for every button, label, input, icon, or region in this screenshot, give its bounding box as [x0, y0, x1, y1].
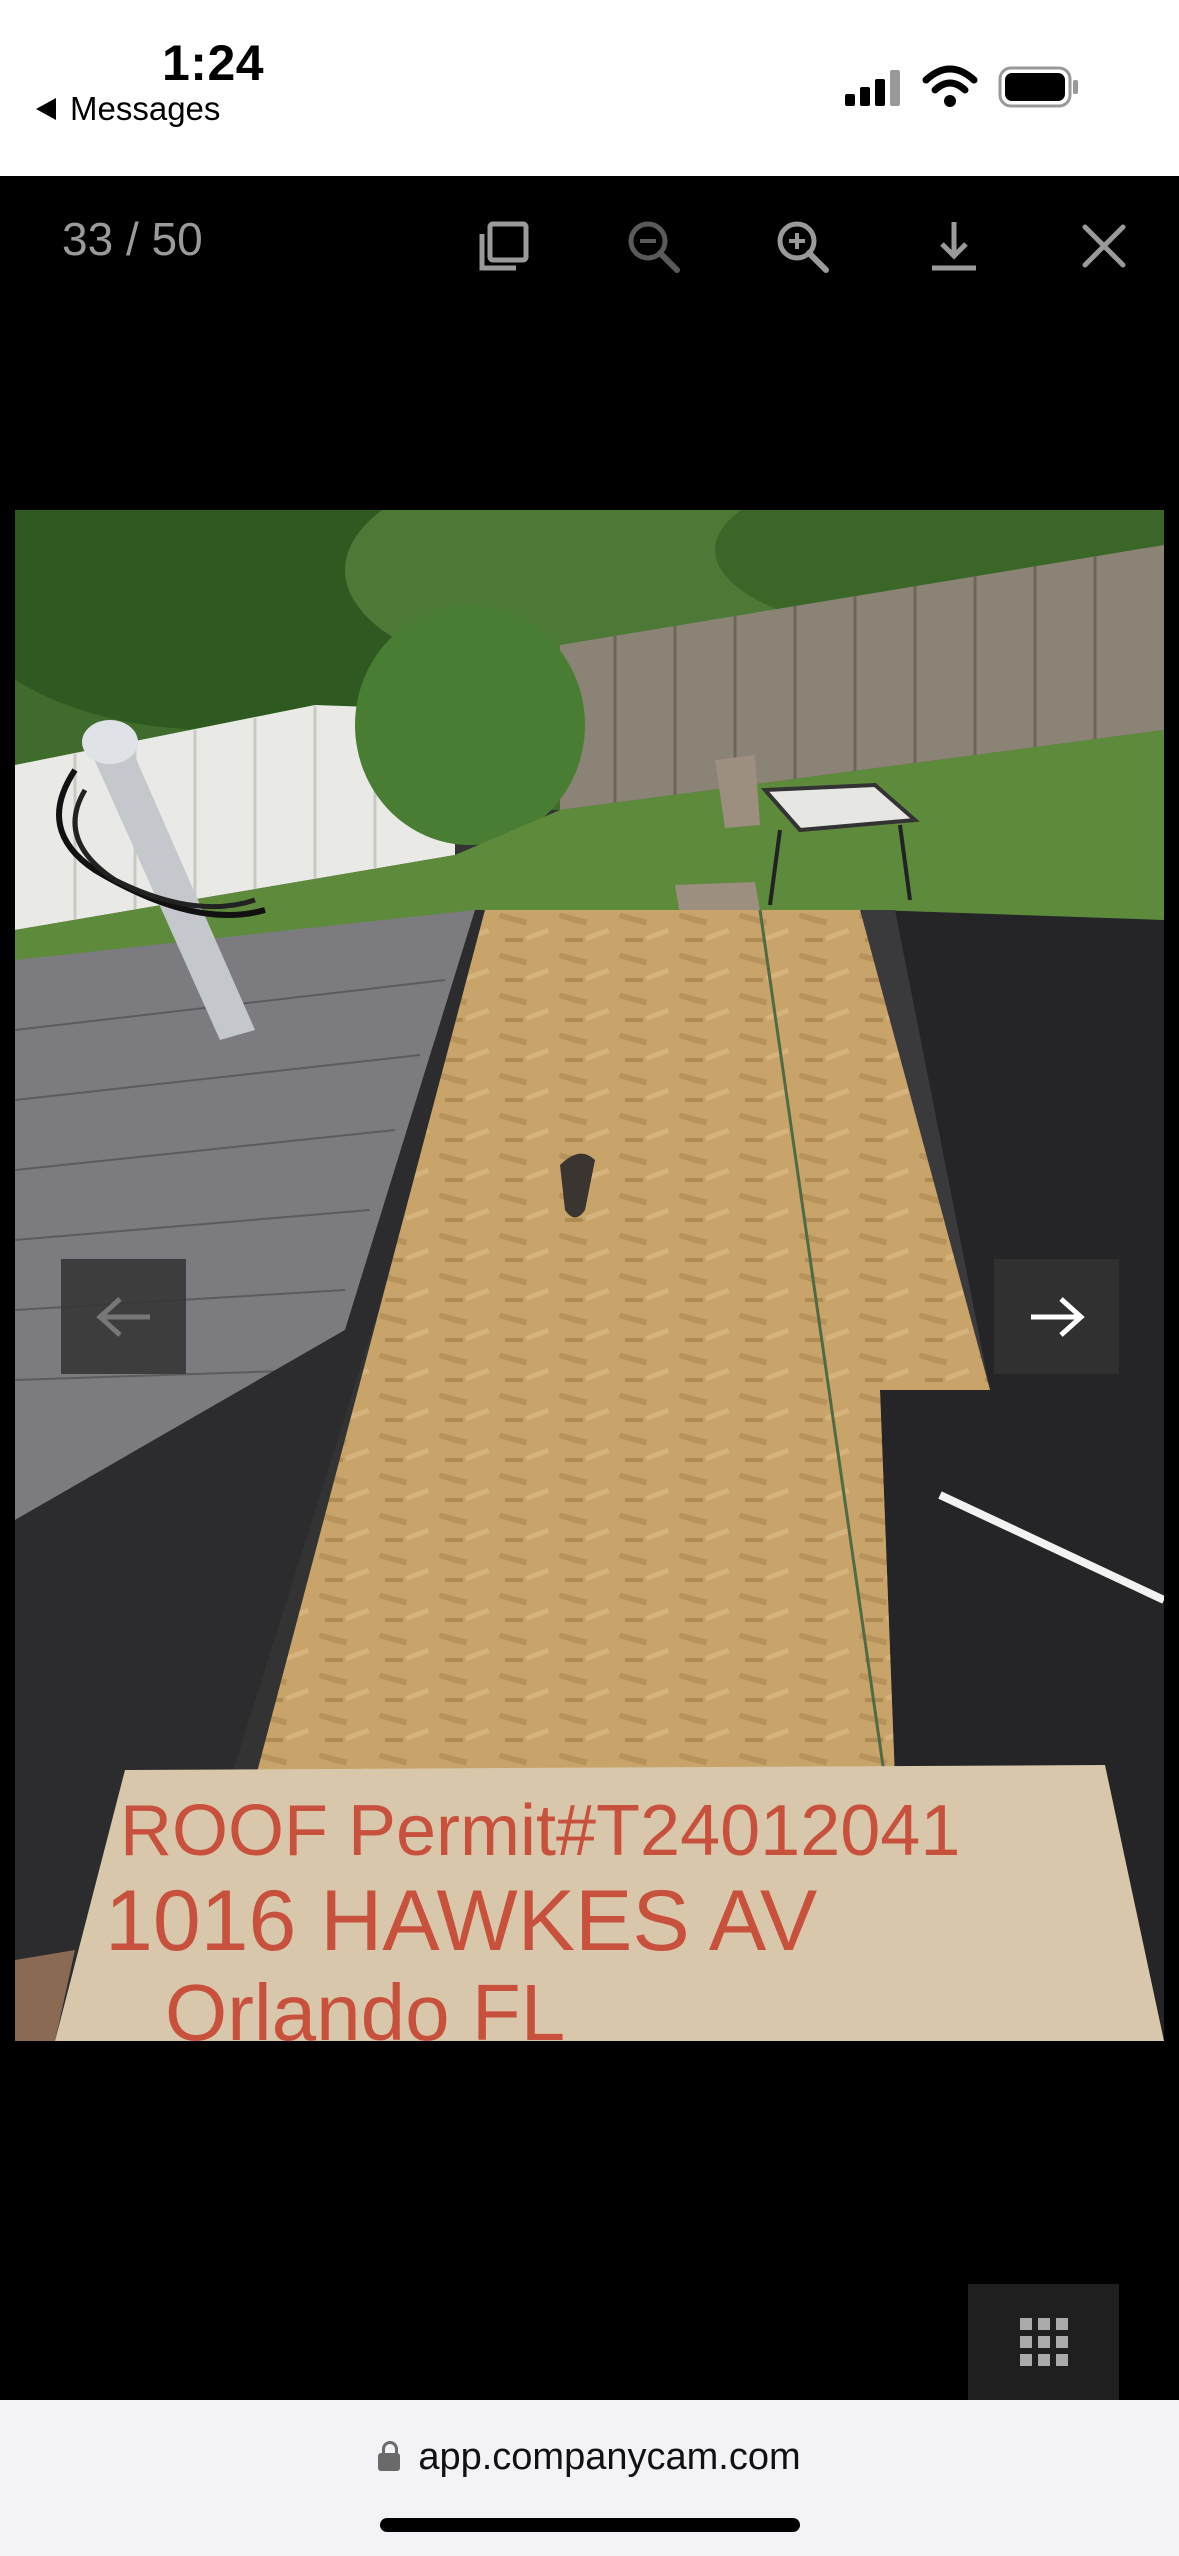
next-image-button[interactable] — [994, 1259, 1119, 1374]
home-indicator[interactable] — [380, 2518, 800, 2532]
sign-line-1: ROOF Permit#T24012041 — [120, 1791, 960, 1871]
status-bar: 1:24 Messages — [0, 0, 1179, 176]
download-button[interactable] — [922, 214, 986, 278]
fullscreen-icon — [479, 221, 529, 271]
lock-icon — [378, 2440, 401, 2471]
zoom-out-button[interactable] — [621, 214, 685, 278]
thumbnail-grid-button[interactable] — [968, 2284, 1119, 2400]
close-button[interactable] — [1072, 214, 1136, 278]
signal-icon — [845, 70, 900, 106]
grid-icon — [1019, 2318, 1068, 2366]
zoom-out-icon — [628, 221, 680, 273]
battery-icon — [998, 66, 1078, 108]
previous-image-button[interactable] — [61, 1259, 186, 1374]
roof-photo-illustration: ROOF Permit#T24012041 1016 HAWKES AV Orl… — [15, 510, 1164, 2041]
sign-line-3: Orlando FL — [165, 1968, 565, 2041]
back-to-messages-link[interactable]: Messages — [36, 90, 220, 128]
zoom-in-button[interactable] — [770, 214, 834, 278]
sign-line-2: 1016 HAWKES AV — [105, 1873, 817, 1969]
zoom-in-icon — [777, 221, 829, 273]
url-text: app.companycam.com — [418, 2436, 801, 2478]
roof-photo[interactable]: ROOF Permit#T24012041 1016 HAWKES AV Orl… — [15, 510, 1164, 2041]
arrow-left-icon — [95, 1296, 150, 1337]
download-icon — [932, 222, 976, 271]
close-icon — [1082, 224, 1126, 268]
fullscreen-button[interactable] — [472, 214, 536, 278]
browser-address-bar[interactable]: app.companycam.com — [0, 2400, 1179, 2556]
url-display[interactable]: app.companycam.com — [0, 2436, 1179, 2479]
image-counter: 33 / 50 — [62, 213, 203, 265]
clock: 1:24 — [162, 35, 265, 91]
back-triangle-icon — [36, 98, 56, 120]
wifi-icon — [922, 65, 978, 107]
arrow-right-icon — [1030, 1296, 1085, 1337]
back-label: Messages — [70, 90, 221, 127]
